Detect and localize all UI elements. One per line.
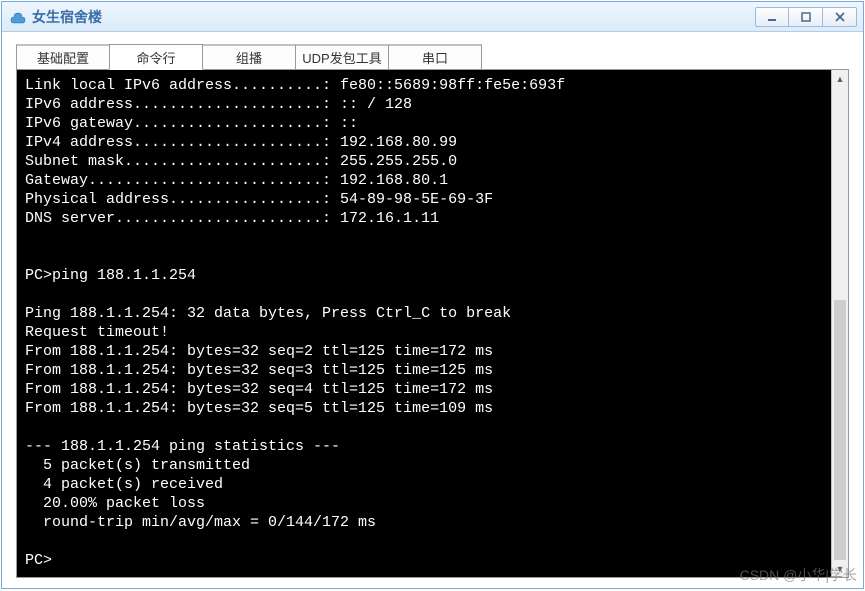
scroll-up-icon[interactable]: ▲	[832, 70, 848, 87]
tab-bar: 基础配置 命令行 组播 UDP发包工具 串口	[2, 32, 863, 70]
tab-serial[interactable]: 串口	[388, 44, 482, 70]
scrollbar[interactable]: ▲ ▼	[831, 70, 848, 577]
tab-basic-config[interactable]: 基础配置	[16, 44, 110, 70]
app-icon	[8, 8, 26, 26]
scroll-track[interactable]	[832, 87, 848, 560]
tab-command-line[interactable]: 命令行	[109, 44, 203, 70]
window-controls	[755, 7, 857, 27]
minimize-button[interactable]	[755, 7, 789, 27]
title-bar[interactable]: 女生宿舍楼	[2, 2, 863, 32]
app-window: 女生宿舍楼 基础配置 命令行 组播 UDP发包工具 串口 Link local …	[1, 1, 864, 589]
terminal[interactable]: Link local IPv6 address..........: fe80:…	[16, 69, 849, 578]
scroll-thumb[interactable]	[834, 300, 846, 560]
tab-multicast[interactable]: 组播	[202, 44, 296, 70]
close-button[interactable]	[823, 7, 857, 27]
terminal-output[interactable]: Link local IPv6 address..........: fe80:…	[17, 70, 831, 577]
terminal-panel: Link local IPv6 address..........: fe80:…	[2, 69, 863, 588]
scroll-down-icon[interactable]: ▼	[832, 560, 848, 577]
tab-udp-tool[interactable]: UDP发包工具	[295, 44, 389, 70]
window-title: 女生宿舍楼	[32, 7, 755, 27]
maximize-button[interactable]	[789, 7, 823, 27]
